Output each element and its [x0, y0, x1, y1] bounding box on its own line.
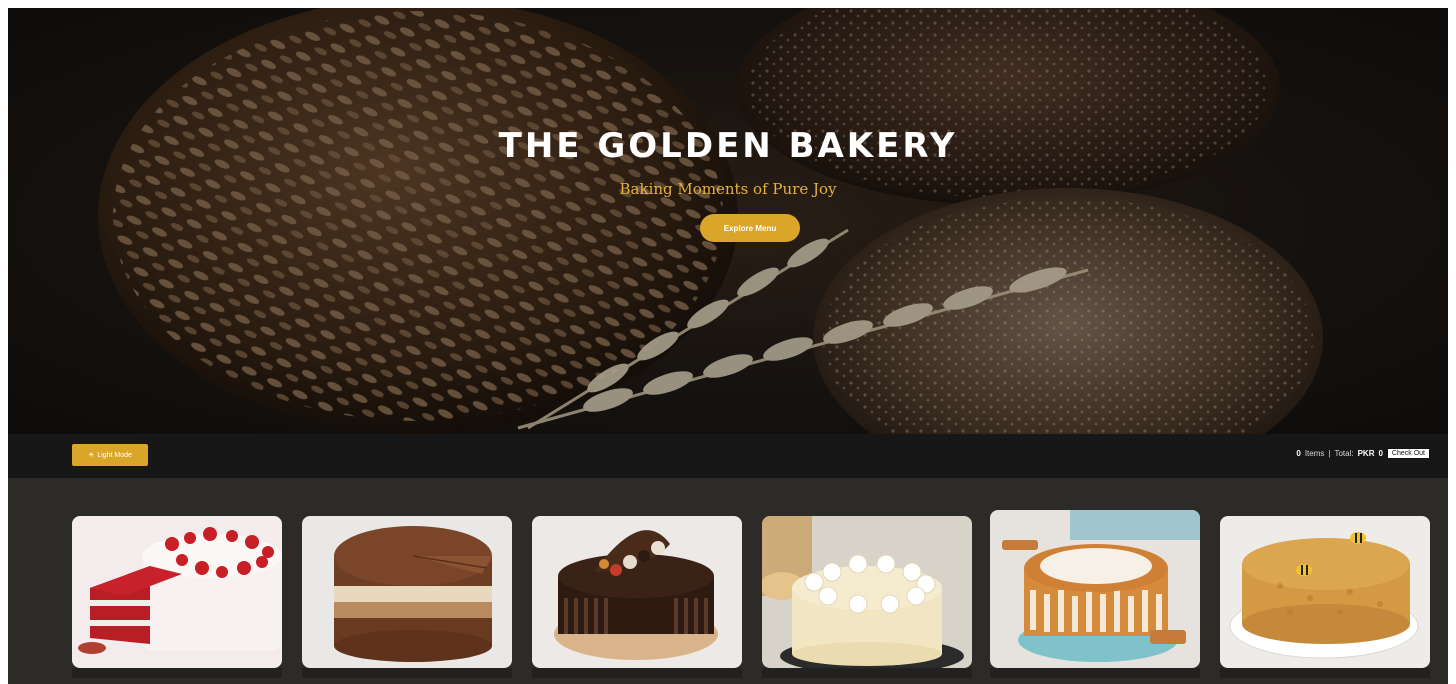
toolbar: ☀ Light Mode 0 Items | Total: PKR 0 Chec…: [8, 434, 1448, 478]
chocolate-mousse-cake-image: [302, 516, 512, 668]
card-footer: [762, 668, 972, 678]
hero-tagline: Baking Moments of Pure Joy: [619, 180, 837, 198]
bee-icon: [1296, 564, 1312, 576]
product-card-chocolate-mousse[interactable]: [302, 516, 512, 668]
card-footer: [1220, 668, 1430, 678]
product-card-red-velvet[interactable]: [72, 516, 282, 668]
cart-items-count: 0: [1296, 449, 1301, 458]
page-frame: THE GOLDEN BAKERY Baking Moments of Pure…: [8, 8, 1448, 684]
explore-menu-button[interactable]: Explore Menu: [700, 214, 800, 242]
white-chocolate-cake-image: [762, 516, 972, 668]
hero-title: THE GOLDEN BAKERY: [498, 126, 958, 166]
product-grid: [8, 478, 1448, 684]
checkout-button[interactable]: Check Out: [1386, 448, 1430, 459]
light-mode-button[interactable]: ☀ Light Mode: [72, 444, 148, 466]
cart-separator: |: [1328, 449, 1331, 458]
product-card-honey[interactable]: [1220, 516, 1430, 668]
cart-total-value: 0: [1378, 449, 1383, 458]
cart-summary: 0 Items | Total: PKR 0 Check Out: [1296, 448, 1430, 459]
card-footer: [302, 668, 512, 678]
red-velvet-cake-image: [72, 516, 282, 668]
card-footer: [72, 668, 282, 678]
card-footer: [990, 668, 1200, 678]
cart-currency: PKR: [1357, 449, 1375, 458]
honey-cake-image: [1220, 516, 1430, 668]
product-card-chocolate-ganache[interactable]: [532, 516, 742, 668]
cart-items-label: Items: [1304, 449, 1325, 458]
product-card-caramel-drip[interactable]: [990, 510, 1200, 668]
chocolate-ganache-cake-image: [532, 516, 742, 668]
product-card-white-chocolate[interactable]: [762, 516, 972, 668]
caramel-drip-cake-image: [990, 510, 1200, 668]
light-mode-label: Light Mode: [97, 451, 132, 459]
card-footer: [532, 668, 742, 678]
hero-banner: THE GOLDEN BAKERY Baking Moments of Pure…: [8, 8, 1448, 434]
cart-total-label: Total:: [1334, 449, 1354, 458]
sun-icon: ☀: [88, 452, 95, 459]
